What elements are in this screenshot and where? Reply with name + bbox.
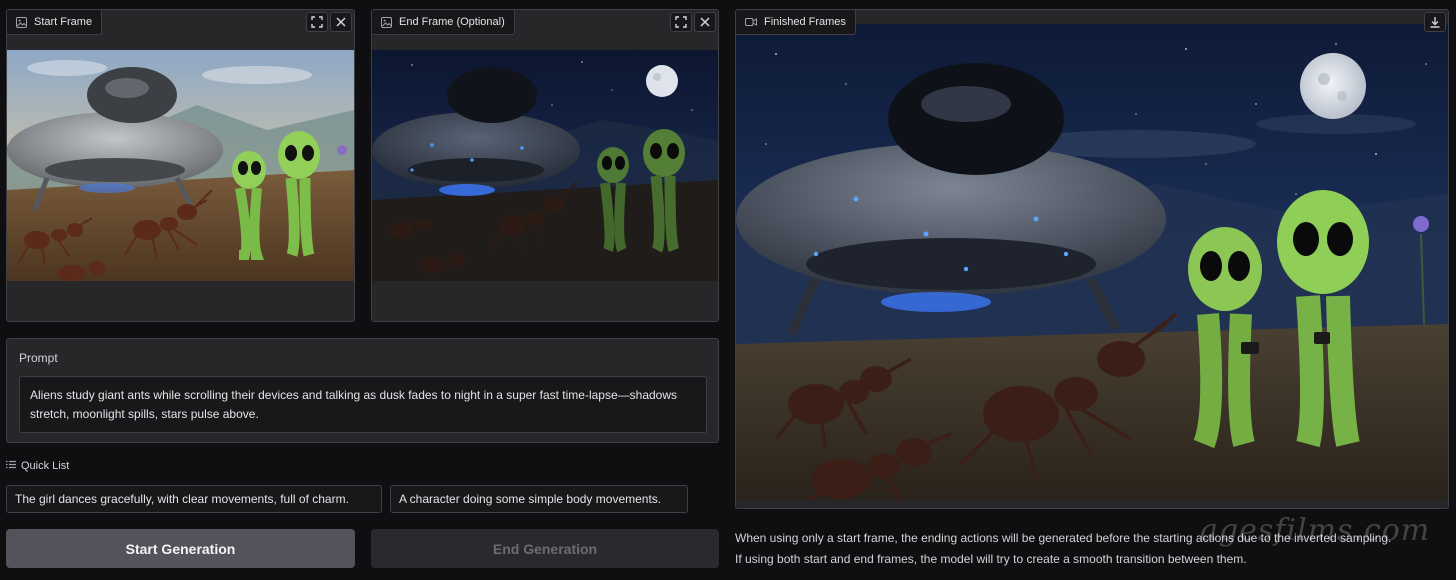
end-frame-fullscreen-button[interactable]: [670, 12, 692, 32]
finished-frames-label: Finished Frames: [764, 16, 846, 28]
start-generation-button[interactable]: Start Generation: [6, 529, 355, 568]
start-frame-label: Start Frame: [34, 16, 93, 28]
download-button[interactable]: [1424, 12, 1446, 32]
end-frame-label: End Frame (Optional): [399, 16, 505, 28]
end-frame-image: [372, 50, 718, 281]
start-frame-panel[interactable]: Start Frame: [6, 9, 355, 322]
video-icon: [745, 17, 757, 27]
info-line-2: If using both start and end frames, the …: [735, 552, 1247, 566]
fullscreen-icon: [311, 16, 323, 28]
quick-list-item[interactable]: A character doing some simple body movem…: [390, 485, 688, 513]
list-icon: [6, 460, 16, 472]
start-frame-label-chip: Start Frame: [7, 10, 103, 35]
prompt-label: Prompt: [19, 351, 58, 365]
fullscreen-icon: [675, 16, 687, 28]
start-frame-fullscreen-button[interactable]: [306, 12, 328, 32]
prompt-section: Prompt Aliens study giant ants while scr…: [6, 338, 719, 443]
download-icon: [1429, 16, 1441, 28]
image-icon: [16, 16, 27, 28]
finished-frames-label-chip: Finished Frames: [736, 10, 856, 35]
start-frame-close-button[interactable]: [330, 12, 352, 32]
finished-frames-panel[interactable]: Finished Frames: [735, 9, 1449, 509]
image-icon: [381, 16, 392, 28]
info-line-1: When using only a start frame, the endin…: [735, 531, 1392, 545]
finished-frames-video[interactable]: [736, 24, 1448, 500]
end-frame-label-chip: End Frame (Optional): [372, 10, 515, 35]
info-text: When using only a start frame, the endin…: [735, 528, 1450, 570]
close-icon: [699, 16, 711, 28]
end-frame-close-button[interactable]: [694, 12, 716, 32]
quick-list-item[interactable]: The girl dances gracefully, with clear m…: [6, 485, 382, 513]
end-frame-panel[interactable]: End Frame (Optional): [371, 9, 719, 322]
quick-list-label: Quick List: [21, 460, 70, 472]
start-frame-image: [7, 50, 354, 281]
quick-list-header: Quick List: [6, 460, 69, 472]
end-generation-button[interactable]: End Generation: [371, 529, 719, 568]
close-icon: [335, 16, 347, 28]
prompt-input[interactable]: Aliens study giant ants while scrolling …: [19, 376, 707, 433]
